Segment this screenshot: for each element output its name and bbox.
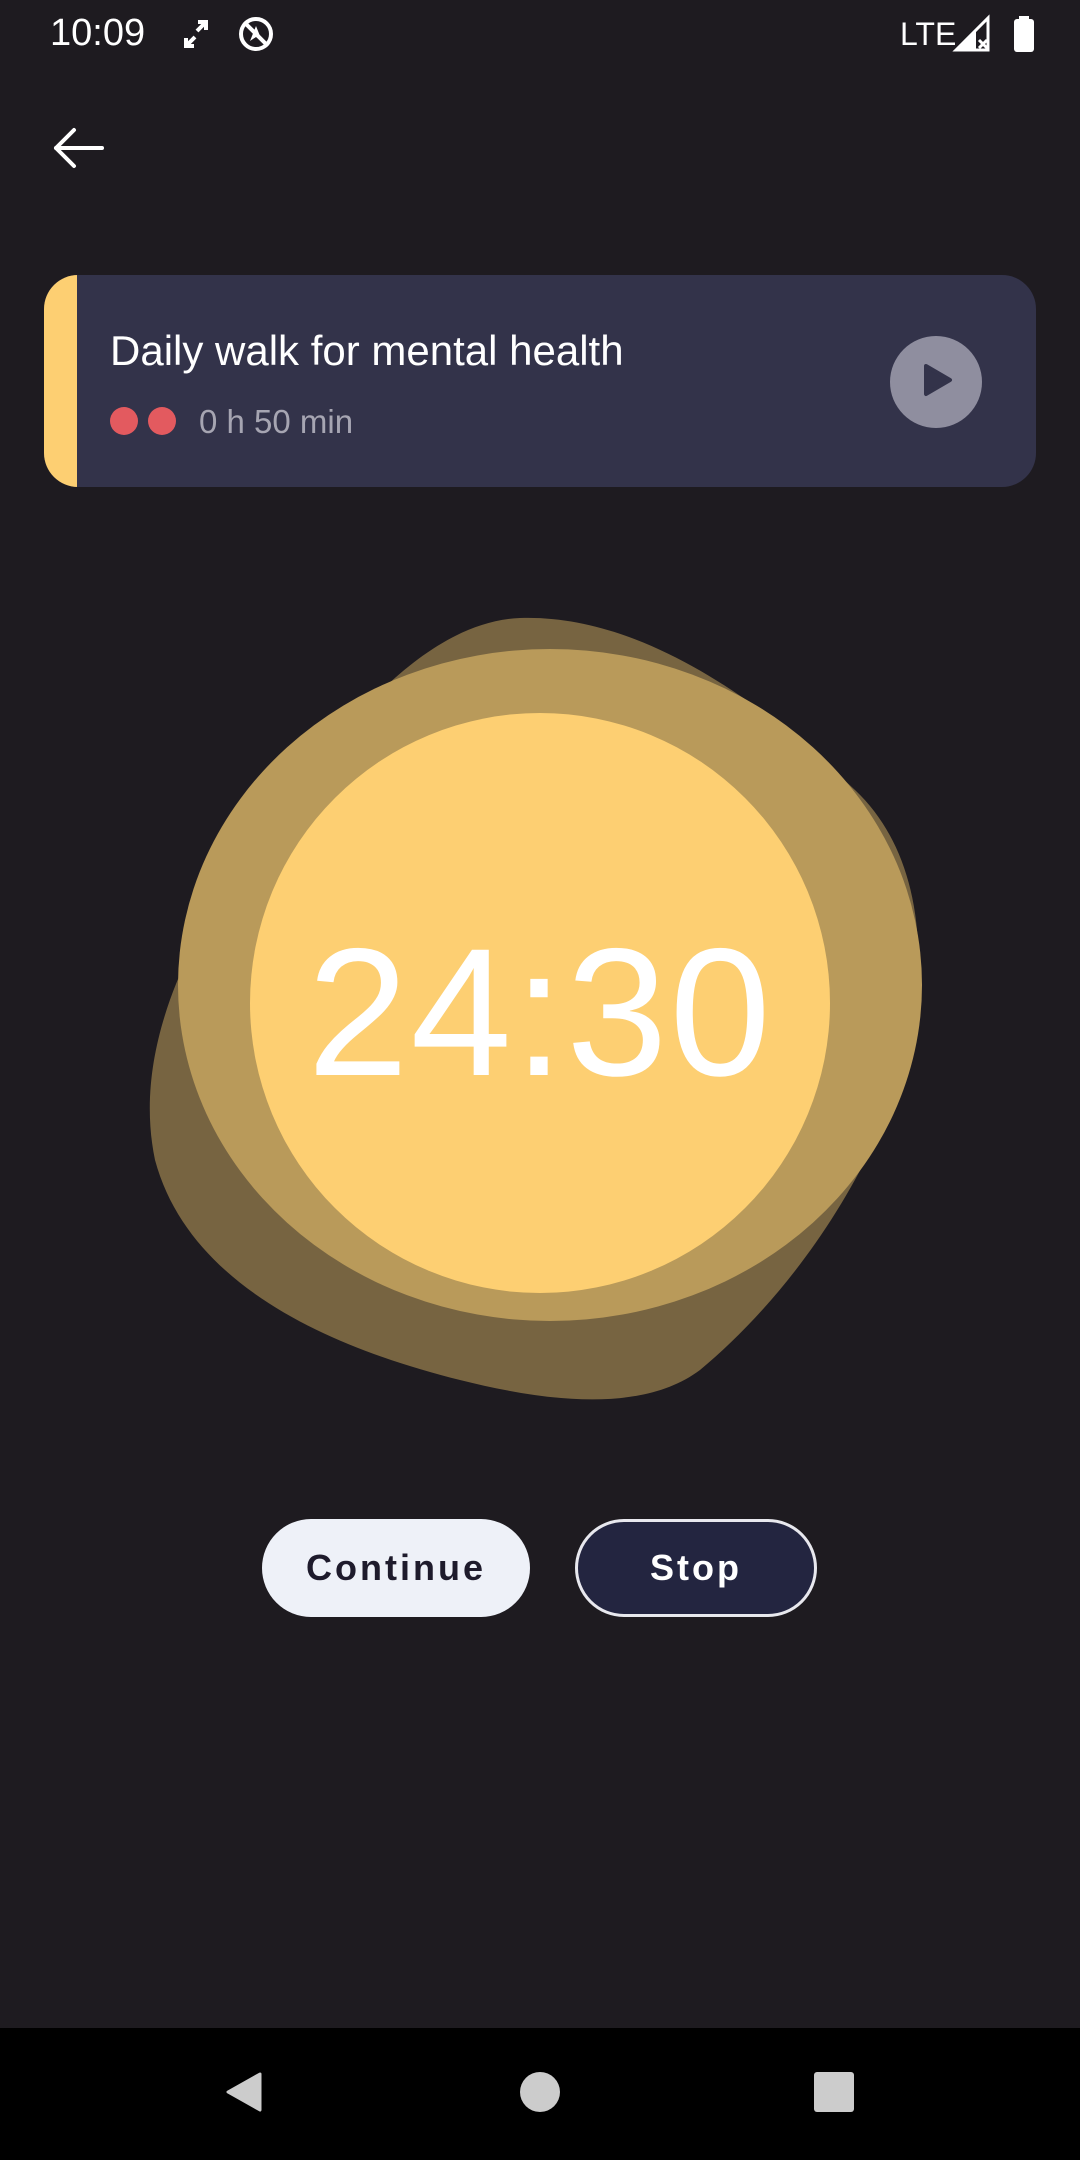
activity-card[interactable]: Daily walk for mental health 0 h 50 min [44, 275, 1036, 487]
no-location-icon [236, 14, 276, 54]
timer-screen: 10:09 LTE Daily walk for mental health 0… [0, 0, 1080, 2160]
continue-button[interactable]: Continue [262, 1519, 530, 1617]
sync-arrows-icon [176, 14, 216, 54]
status-bar: 10:09 LTE [0, 0, 1080, 66]
nav-back-icon [220, 2068, 268, 2121]
nav-recents-icon [810, 2068, 858, 2121]
back-button[interactable] [36, 108, 120, 192]
nav-home-button[interactable] [504, 2058, 576, 2130]
nav-home-icon [516, 2068, 564, 2121]
system-nav-bar [0, 2028, 1080, 2160]
activity-title: Daily walk for mental health [110, 327, 624, 374]
play-icon [916, 360, 956, 405]
stop-button[interactable]: Stop [575, 1519, 817, 1617]
difficulty-dot [110, 407, 138, 435]
card-accent-stripe [44, 275, 77, 487]
timer-value: 24:30 [307, 910, 773, 1114]
difficulty-dot [148, 407, 176, 435]
battery-icon [1004, 14, 1044, 54]
timer-display: 24:30 [0, 600, 1080, 1420]
nav-recents-button[interactable] [798, 2058, 870, 2130]
play-button[interactable] [890, 336, 982, 428]
difficulty-indicator [110, 407, 176, 435]
nav-back-button[interactable] [208, 2058, 280, 2130]
signal-icon [952, 14, 992, 54]
network-type: LTE [900, 16, 957, 52]
activity-duration: 0 h 50 min [199, 403, 354, 440]
back-arrow-icon [50, 126, 106, 175]
status-time: 10:09 [50, 12, 146, 54]
